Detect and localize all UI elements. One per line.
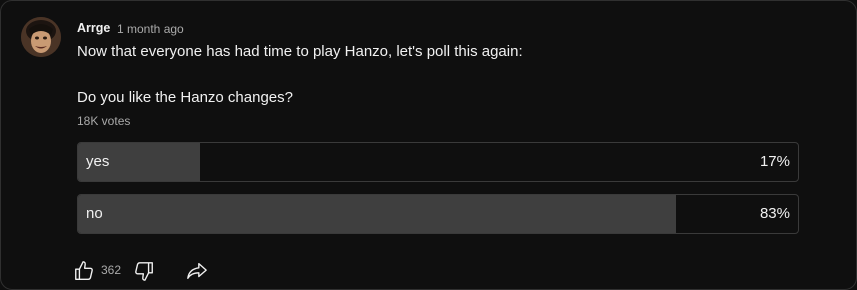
post-text: Now that everyone has had time to play H… [77, 43, 523, 60]
post-timestamp[interactable]: 1 month ago [117, 22, 184, 36]
poll-option-label: no [86, 205, 103, 222]
share-icon [187, 262, 207, 280]
poll-question: Do you like the Hanzo changes? [77, 89, 293, 106]
dislike-button[interactable] [133, 257, 155, 285]
thumb-up-icon [75, 261, 93, 280]
avatar-image [21, 17, 61, 57]
like-button[interactable] [73, 257, 95, 285]
poll-option-no[interactable]: no 83% [77, 194, 799, 234]
like-count: 362 [101, 263, 122, 277]
vote-count: 18K votes [77, 114, 131, 128]
poll-option-percent: 83% [759, 205, 790, 222]
avatar[interactable] [21, 17, 61, 57]
share-button[interactable] [185, 257, 209, 285]
author-name[interactable]: Arrge [77, 21, 110, 35]
poll-option-label: yes [86, 153, 110, 170]
poll-option-percent: 17% [759, 153, 790, 170]
poll-result-bar [78, 195, 676, 233]
poll-option-yes[interactable]: yes 17% [77, 142, 799, 182]
community-post: Arrge 1 month ago Now that everyone has … [0, 0, 857, 290]
thumb-down-icon [135, 262, 153, 281]
